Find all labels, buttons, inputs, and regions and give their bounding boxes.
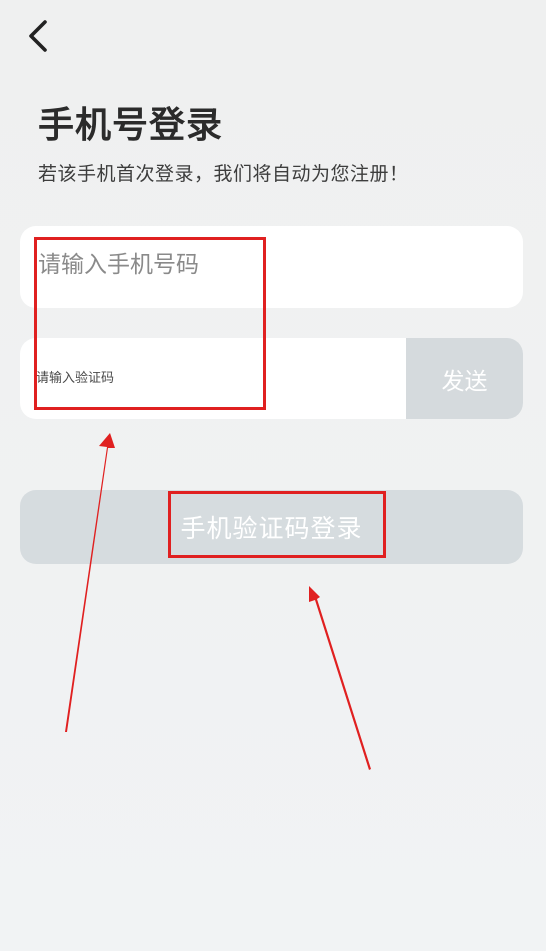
sms-login-button[interactable]: 手机验证码登录 [20,490,523,564]
verification-code-input[interactable] [36,338,406,419]
page-title: 手机号登录 [38,105,224,146]
chevron-left-icon [29,20,47,52]
back-button[interactable] [18,16,58,56]
annotation-arrow-left [65,433,115,732]
send-code-button[interactable]: 发送 [406,338,523,419]
phone-input[interactable] [36,226,506,308]
verification-code-field: 发送 [20,338,523,419]
annotation-arrow-right [309,586,371,770]
phone-field [20,226,523,308]
page-subtitle: 若该手机首次登录，我们将自动为您注册！ [38,163,409,185]
